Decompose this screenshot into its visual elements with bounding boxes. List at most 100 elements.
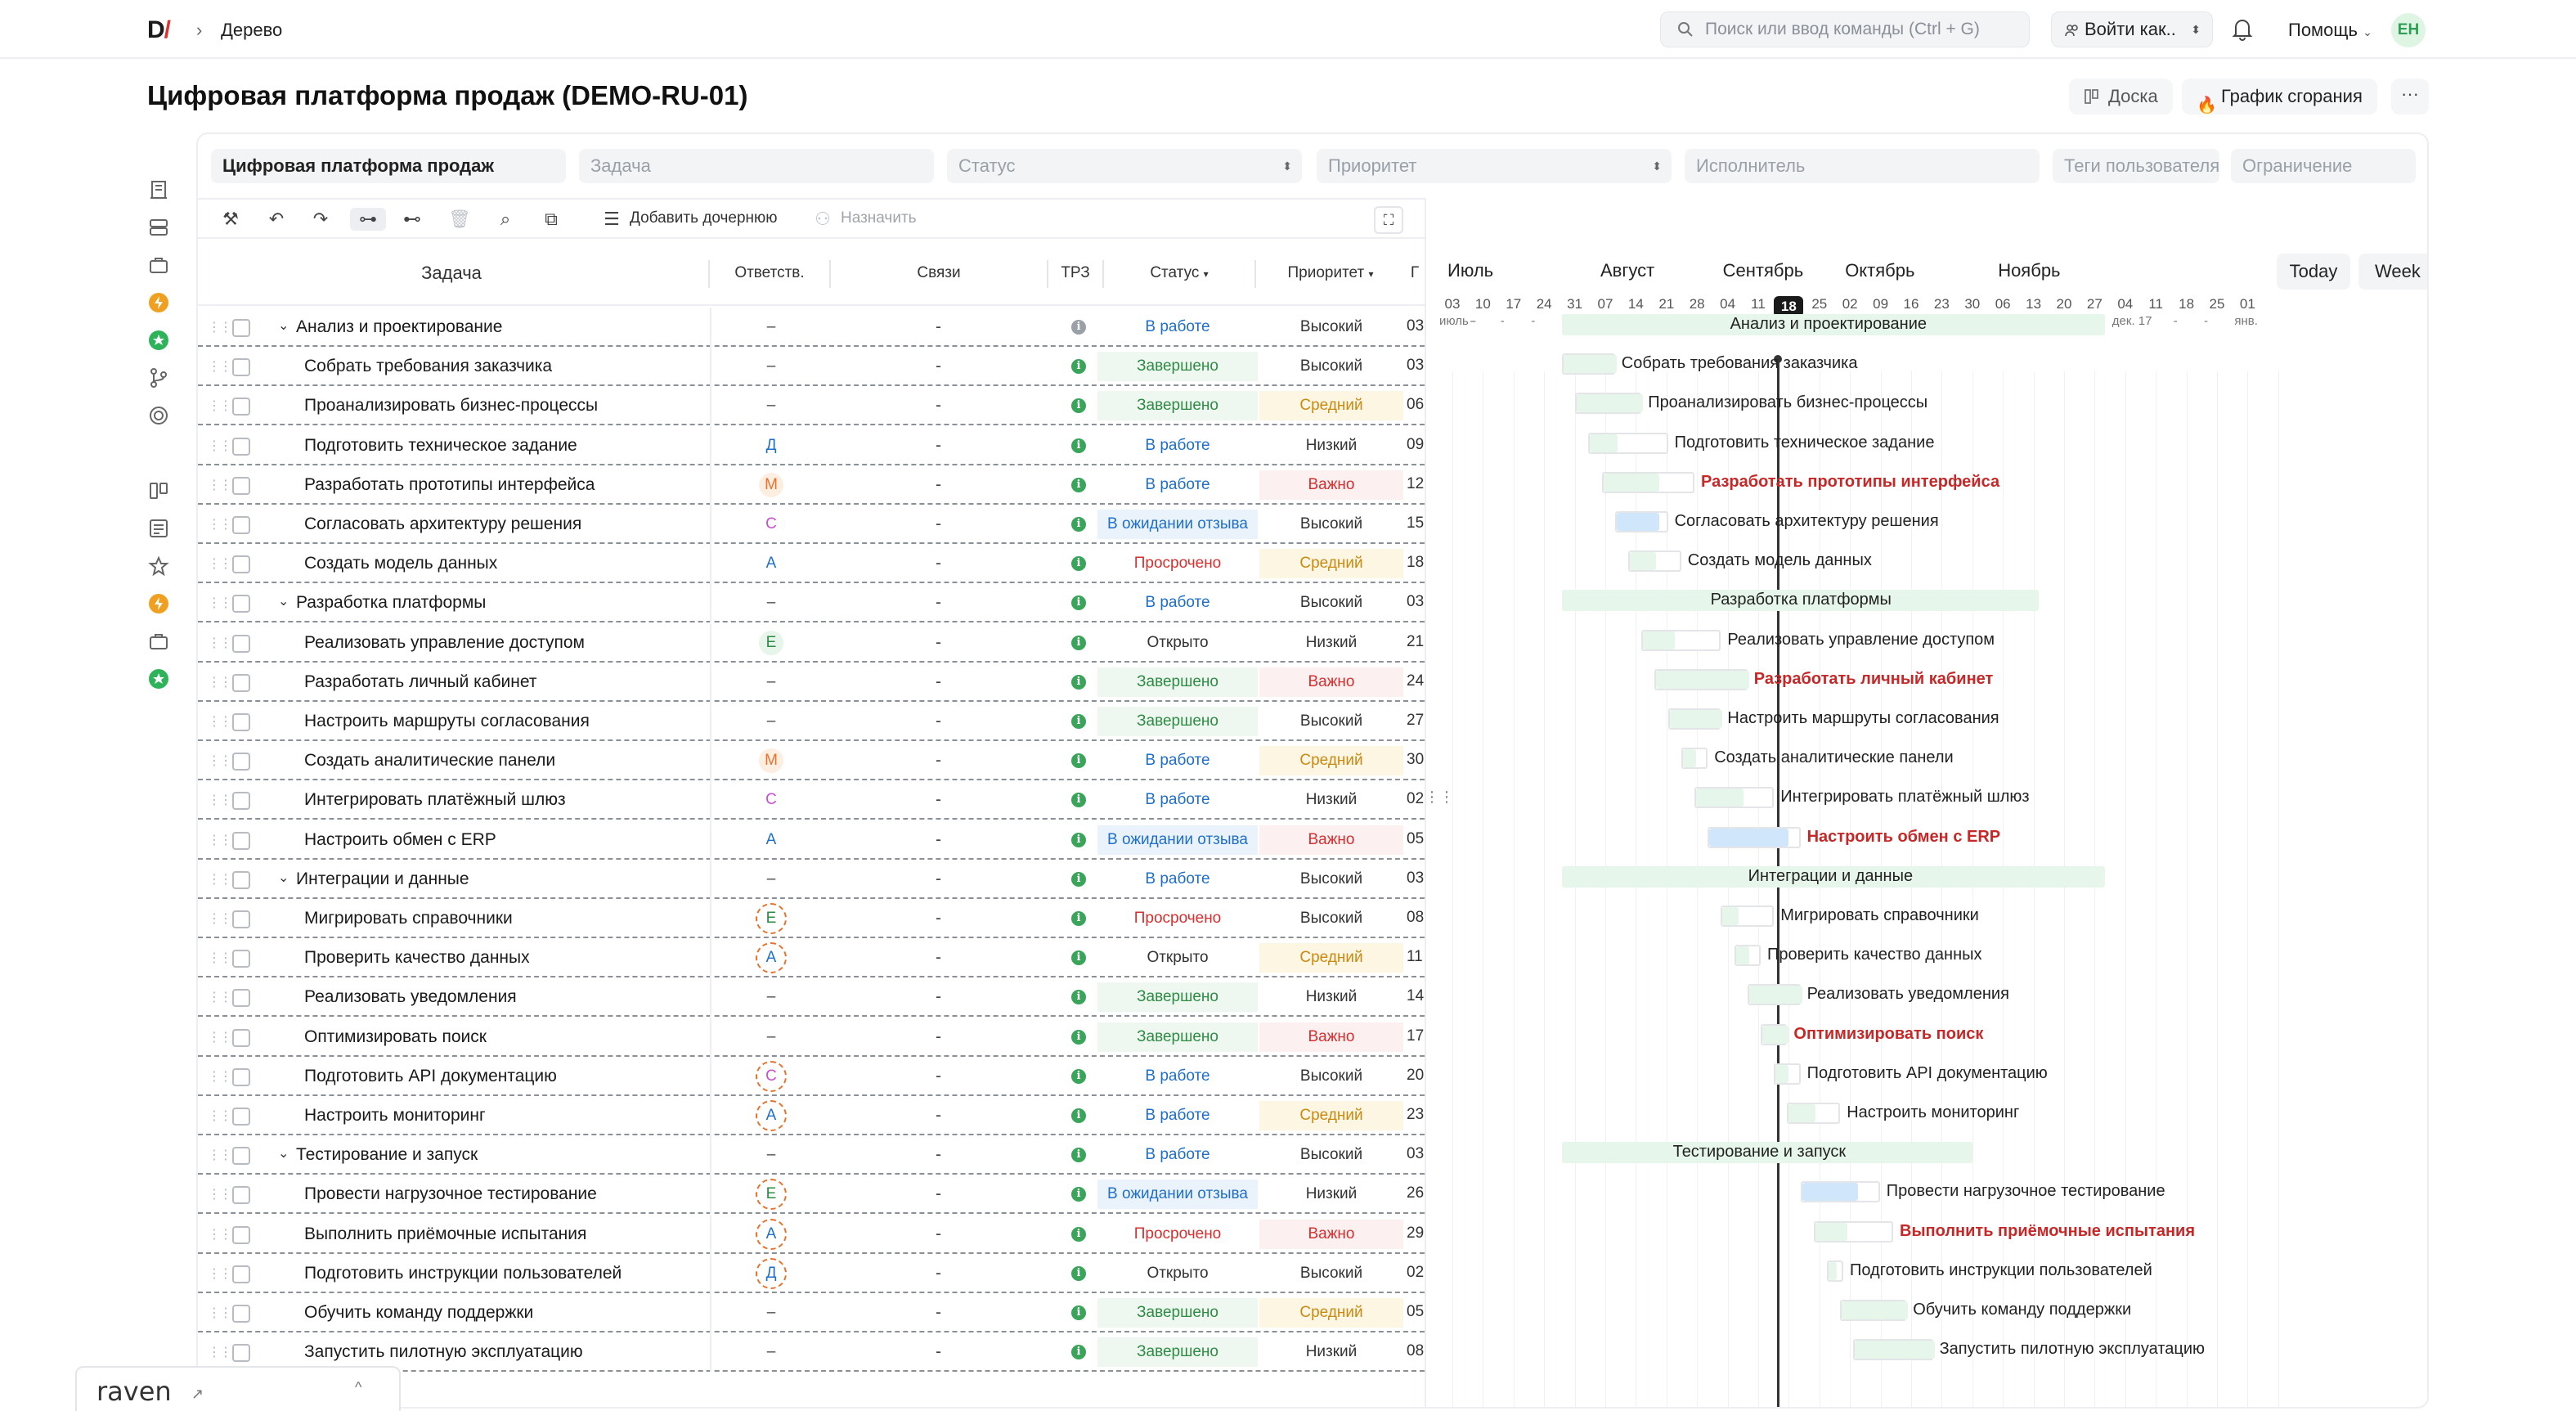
row-checkbox[interactable] (232, 673, 250, 692)
table-row[interactable]: ⋮⋮ Разработать прототипы интерфейса М - i В р… (198, 465, 1425, 505)
table-row[interactable]: ⋮⋮ Настроить обмен с ERP А - i В ожидании отз… (198, 820, 1425, 860)
row-checkbox[interactable] (232, 792, 250, 811)
git-branch-icon[interactable] (147, 366, 170, 389)
row-checkbox[interactable] (232, 476, 250, 495)
task-name[interactable]: Согласовать архитектуру решения (304, 515, 581, 534)
priority-badge[interactable]: Высокий (1259, 1140, 1403, 1170)
info-icon[interactable]: i (1071, 753, 1086, 769)
drag-grip-icon[interactable]: ⋮⋮ (208, 674, 232, 690)
split-handle-icon[interactable]: ⋮⋮ (1425, 789, 1454, 806)
gantt-bar[interactable] (1654, 668, 1749, 690)
table-row[interactable]: ⋮⋮ ⌄ Интеграции и данные – - i В работе Высокий… (198, 859, 1425, 899)
row-checkbox[interactable] (232, 319, 250, 337)
assignee[interactable]: А (756, 1218, 787, 1250)
task-name[interactable]: Настроить обмен с ERP (304, 830, 496, 850)
table-row[interactable]: ⋮⋮ Реализовать уведомления – - i Завершено Низ… (198, 977, 1425, 1018)
info-icon[interactable]: i (1071, 517, 1086, 532)
drag-grip-icon[interactable]: ⋮⋮ (208, 1186, 232, 1202)
drag-grip-icon[interactable]: ⋮⋮ (208, 1029, 232, 1045)
drag-grip-icon[interactable]: ⋮⋮ (208, 713, 232, 730)
priority-badge[interactable]: Высокий (1259, 588, 1403, 618)
info-icon[interactable]: i (1071, 1305, 1086, 1320)
assignee[interactable]: Д (756, 1257, 787, 1289)
assignee[interactable]: – (756, 314, 787, 340)
status-badge[interactable]: В работе (1097, 1101, 1258, 1130)
priority-badge[interactable]: Низкий (1259, 982, 1403, 1012)
bell-icon[interactable] (2231, 16, 2254, 41)
row-checkbox[interactable] (232, 1067, 250, 1086)
row-checkbox[interactable] (232, 358, 250, 377)
info-icon[interactable]: i (1071, 556, 1086, 572)
assignee[interactable]: – (756, 866, 787, 892)
table-row[interactable]: ⋮⋮ Интегрировать платёжный шлюз С - i В работ… (198, 780, 1425, 820)
task-name[interactable]: Настроить маршруты согласования (304, 712, 590, 731)
status-badge[interactable]: В ожидании отзыва (1097, 1180, 1258, 1210)
priority-badge[interactable]: Высокий (1259, 865, 1403, 894)
row-checkbox[interactable] (232, 831, 250, 850)
row-checkbox[interactable] (232, 398, 250, 416)
tree-collapse-icon[interactable]: ⊷ (401, 208, 424, 231)
status-badge[interactable]: Просрочено (1097, 549, 1258, 578)
status-badge[interactable]: В ожидании отзыва (1097, 825, 1258, 855)
col-start[interactable]: Г (1405, 240, 1425, 306)
priority-badge[interactable]: Высокий (1259, 510, 1403, 539)
drag-grip-icon[interactable]: ⋮⋮ (208, 595, 232, 611)
task-name[interactable]: Подготовить техническое задание (304, 436, 577, 456)
chevron-down-icon[interactable]: ⌄ (278, 593, 289, 609)
drag-grip-icon[interactable]: ⋮⋮ (208, 516, 232, 532)
status-badge[interactable]: В работе (1097, 588, 1258, 618)
row-checkbox[interactable] (232, 1225, 250, 1244)
task-name[interactable]: Настроить мониторинг (304, 1106, 486, 1126)
drag-grip-icon[interactable]: ⋮⋮ (208, 950, 232, 966)
gantt-bar[interactable] (1774, 1063, 1801, 1085)
burndown-button[interactable]: 🔥 График сгорания (2182, 79, 2377, 115)
assignee[interactable]: – (756, 393, 787, 419)
task-name[interactable]: Мигрировать справочники (304, 909, 513, 928)
chevron-up-icon[interactable]: ^ (355, 1379, 361, 1396)
gantt-bar[interactable] (1667, 708, 1723, 730)
info-icon[interactable]: i (1071, 320, 1086, 335)
row-checkbox[interactable] (232, 950, 250, 968)
drag-grip-icon[interactable]: ⋮⋮ (208, 477, 232, 493)
table-row[interactable]: ⋮⋮ Настроить мониторинг А - i В работе Средний… (198, 1096, 1425, 1135)
limit-filter[interactable]: Ограничение (2231, 149, 2416, 183)
server-icon[interactable] (147, 216, 170, 239)
info-icon[interactable]: i (1071, 950, 1086, 966)
gantt-bar[interactable] (1787, 1103, 1841, 1124)
star-icon[interactable] (147, 555, 170, 577)
info-icon[interactable]: i (1071, 832, 1086, 847)
gantt-bar[interactable] (1601, 471, 1694, 493)
gantt-bar[interactable] (1853, 1339, 1935, 1361)
row-checkbox[interactable] (232, 1305, 250, 1323)
assignee[interactable]: – (756, 1024, 787, 1050)
trash-icon[interactable]: 🗑 (448, 208, 471, 231)
undo-icon[interactable]: ↶ (265, 208, 288, 231)
assignee[interactable]: С (756, 787, 787, 813)
info-icon[interactable]: i (1071, 1265, 1086, 1281)
col-task[interactable]: Задача (198, 240, 705, 306)
row-checkbox[interactable] (232, 1108, 250, 1126)
drag-grip-icon[interactable]: ⋮⋮ (208, 871, 232, 887)
drag-grip-icon[interactable]: ⋮⋮ (208, 1108, 232, 1124)
chevron-down-icon[interactable]: ⌄ (278, 1145, 289, 1162)
info-icon[interactable]: i (1071, 398, 1086, 414)
priority-badge[interactable]: Высокий (1259, 312, 1403, 342)
task-name[interactable]: Тестирование и запуск (296, 1145, 478, 1165)
status-badge[interactable]: Просрочено (1097, 904, 1258, 933)
row-checkbox[interactable] (232, 753, 250, 771)
status-badge[interactable]: В ожидании отзыва (1097, 510, 1258, 539)
row-checkbox[interactable] (232, 910, 250, 928)
table-row[interactable]: ⋮⋮ Создать аналитические панели М - i В работ… (198, 741, 1425, 781)
info-icon[interactable]: i (1071, 714, 1086, 729)
app-logo[interactable]: D/ (147, 16, 171, 44)
info-icon[interactable]: i (1071, 595, 1086, 611)
row-checkbox[interactable] (232, 1344, 250, 1363)
gantt-bar[interactable] (1681, 748, 1708, 770)
status-badge[interactable]: Завершено (1097, 1022, 1258, 1052)
status-badge[interactable]: Открыто (1097, 1259, 1258, 1288)
gantt-bar[interactable] (1641, 629, 1721, 651)
login-as-button[interactable]: Войти как.. ⬍ (2051, 11, 2213, 47)
assignee[interactable]: А (756, 827, 787, 853)
drag-grip-icon[interactable]: ⋮⋮ (208, 438, 232, 454)
status-badge[interactable]: Открыто (1097, 628, 1258, 658)
